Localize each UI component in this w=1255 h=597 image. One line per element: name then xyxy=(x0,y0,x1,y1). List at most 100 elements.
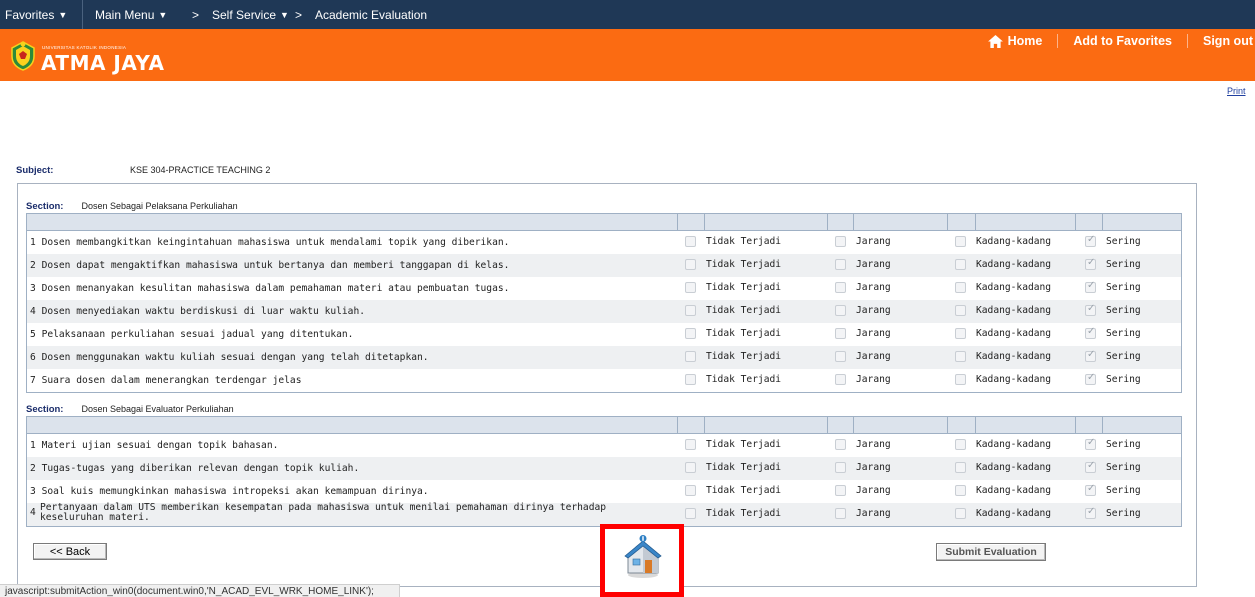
rating-checkbox[interactable] xyxy=(1085,349,1096,362)
rating-option[interactable]: Sering xyxy=(1085,257,1141,270)
rating-option[interactable]: Sering xyxy=(1085,437,1141,450)
rating-checkbox[interactable] xyxy=(955,374,966,385)
rating-checkbox[interactable] xyxy=(1085,280,1096,293)
rating-option[interactable]: Jarang xyxy=(835,439,891,450)
rating-checkbox[interactable] xyxy=(685,485,696,496)
rating-checkbox[interactable] xyxy=(835,351,846,362)
rating-option[interactable]: Tidak Terjadi xyxy=(685,259,781,270)
rating-option[interactable]: Sering xyxy=(1085,372,1141,385)
rating-checkbox[interactable] xyxy=(835,374,846,385)
rating-checkbox[interactable] xyxy=(835,236,846,247)
rating-option[interactable]: Tidak Terjadi xyxy=(685,236,781,247)
rating-checkbox[interactable] xyxy=(835,282,846,293)
rating-checkbox[interactable] xyxy=(1085,460,1096,473)
rating-option[interactable]: Jarang xyxy=(835,485,891,496)
rating-option[interactable]: Jarang xyxy=(835,282,891,293)
rating-checkbox[interactable] xyxy=(685,236,696,247)
rating-option[interactable]: Jarang xyxy=(835,305,891,316)
rating-option[interactable]: Kadang-kadang xyxy=(955,259,1051,270)
rating-checkbox[interactable] xyxy=(1085,506,1096,519)
rating-checkbox[interactable] xyxy=(955,259,966,270)
rating-checkbox[interactable] xyxy=(835,328,846,339)
rating-option[interactable]: Jarang xyxy=(835,351,891,362)
rating-checkbox[interactable] xyxy=(685,351,696,362)
rating-option[interactable]: Sering xyxy=(1085,349,1141,362)
rating-option[interactable]: Tidak Terjadi xyxy=(685,374,781,385)
add-to-favorites-link[interactable]: Add to Favorites xyxy=(1058,34,1187,48)
rating-checkbox[interactable] xyxy=(955,282,966,293)
rating-option[interactable]: Tidak Terjadi xyxy=(685,328,781,339)
rating-checkbox[interactable] xyxy=(1085,326,1096,339)
rating-checkbox[interactable] xyxy=(955,508,966,519)
rating-checkbox[interactable] xyxy=(955,351,966,362)
rating-option[interactable]: Kadang-kadang xyxy=(955,462,1051,473)
self-service-menu[interactable]: Self Service ▼ xyxy=(212,8,289,22)
rating-checkbox[interactable] xyxy=(685,439,696,450)
rating-option[interactable]: Tidak Terjadi xyxy=(685,351,781,362)
rating-checkbox[interactable] xyxy=(685,508,696,519)
rating-checkbox[interactable] xyxy=(1085,234,1096,247)
rating-option[interactable]: Sering xyxy=(1085,460,1141,473)
rating-checkbox[interactable] xyxy=(1085,372,1096,385)
rating-checkbox[interactable] xyxy=(955,305,966,316)
rating-checkbox[interactable] xyxy=(835,305,846,316)
rating-option[interactable]: Tidak Terjadi xyxy=(685,439,781,450)
rating-checkbox[interactable] xyxy=(1085,257,1096,270)
rating-option[interactable]: Jarang xyxy=(835,236,891,247)
rating-option[interactable]: Kadang-kadang xyxy=(955,439,1051,450)
back-button[interactable]: << Back xyxy=(33,543,107,560)
rating-checkbox[interactable] xyxy=(1085,303,1096,316)
submit-evaluation-button[interactable]: Submit Evaluation xyxy=(936,543,1046,561)
rating-option[interactable]: Sering xyxy=(1085,483,1141,496)
rating-checkbox[interactable] xyxy=(955,462,966,473)
rating-checkbox[interactable] xyxy=(685,328,696,339)
rating-option[interactable]: Jarang xyxy=(835,259,891,270)
home-link[interactable]: Home xyxy=(973,34,1058,48)
rating-checkbox[interactable] xyxy=(955,236,966,247)
rating-option[interactable]: Jarang xyxy=(835,328,891,339)
rating-option[interactable]: Kadang-kadang xyxy=(955,374,1051,385)
rating-option[interactable]: Sering xyxy=(1085,303,1141,316)
rating-checkbox[interactable] xyxy=(685,282,696,293)
rating-checkbox[interactable] xyxy=(835,259,846,270)
rating-checkbox[interactable] xyxy=(835,485,846,496)
rating-checkbox[interactable] xyxy=(685,259,696,270)
rating-option[interactable]: Jarang xyxy=(835,508,891,519)
rating-checkbox[interactable] xyxy=(835,439,846,450)
rating-checkbox[interactable] xyxy=(955,485,966,496)
atma-jaya-logo[interactable]: UNIVERSITAS KATOLIK INDONESIA ATMA JAYA xyxy=(8,34,164,76)
evaluation-home-icon[interactable] xyxy=(624,535,662,579)
rating-option[interactable]: Kadang-kadang xyxy=(955,485,1051,496)
main-menu[interactable]: Main Menu ▼ xyxy=(95,8,167,22)
rating-option[interactable]: Kadang-kadang xyxy=(955,305,1051,316)
breadcrumb-academic-evaluation[interactable]: Academic Evaluation xyxy=(315,8,427,22)
rating-option[interactable]: Jarang xyxy=(835,374,891,385)
rating-option[interactable]: Tidak Terjadi xyxy=(685,462,781,473)
sign-out-link[interactable]: Sign out xyxy=(1188,34,1255,48)
rating-checkbox[interactable] xyxy=(685,305,696,316)
rating-checkbox[interactable] xyxy=(685,374,696,385)
print-link[interactable]: Print xyxy=(1227,86,1246,96)
rating-checkbox[interactable] xyxy=(955,439,966,450)
rating-option[interactable]: Kadang-kadang xyxy=(955,351,1051,362)
rating-option[interactable]: Sering xyxy=(1085,234,1141,247)
rating-option[interactable]: Sering xyxy=(1085,280,1141,293)
rating-option[interactable]: Kadang-kadang xyxy=(955,236,1051,247)
rating-option[interactable]: Tidak Terjadi xyxy=(685,282,781,293)
rating-checkbox[interactable] xyxy=(835,508,846,519)
rating-checkbox[interactable] xyxy=(955,328,966,339)
rating-checkbox[interactable] xyxy=(1085,437,1096,450)
favorites-menu[interactable]: Favorites ▼ xyxy=(5,8,67,22)
rating-option[interactable]: Kadang-kadang xyxy=(955,328,1051,339)
rating-checkbox[interactable] xyxy=(835,462,846,473)
rating-option[interactable]: Sering xyxy=(1085,326,1141,339)
rating-option[interactable]: Tidak Terjadi xyxy=(685,305,781,316)
rating-option[interactable]: Kadang-kadang xyxy=(955,508,1051,519)
rating-option[interactable]: Tidak Terjadi xyxy=(685,508,781,519)
rating-checkbox[interactable] xyxy=(1085,483,1096,496)
rating-checkbox[interactable] xyxy=(685,462,696,473)
rating-option[interactable]: Tidak Terjadi xyxy=(685,485,781,496)
rating-option[interactable]: Jarang xyxy=(835,462,891,473)
rating-option[interactable]: Kadang-kadang xyxy=(955,282,1051,293)
rating-option[interactable]: Sering xyxy=(1085,506,1141,519)
